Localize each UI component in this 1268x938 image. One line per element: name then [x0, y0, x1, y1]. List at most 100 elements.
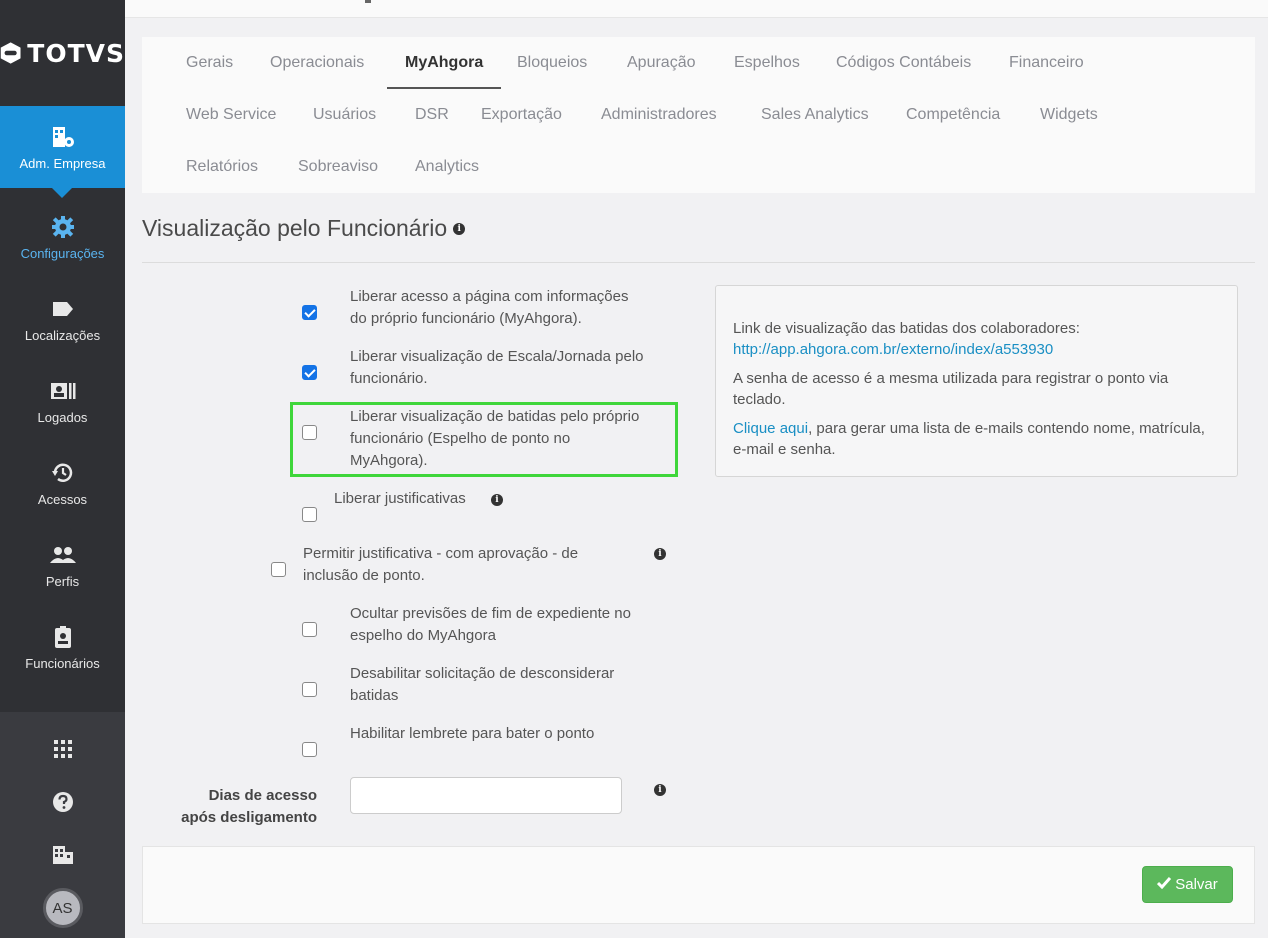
label-line: Desabilitar solicitação de desconsiderar: [350, 665, 615, 682]
dias-acesso-label: Dias de acesso após desligamento: [181, 785, 317, 829]
label-line: espelho do MyAhgora: [350, 627, 496, 644]
user-avatar[interactable]: AS: [0, 888, 125, 928]
tab-myahgora[interactable]: MyAhgora: [386, 37, 502, 89]
history-icon: [51, 460, 75, 486]
option-label-permitir-justificativa: Permitir justificativa - com aprovação -…: [303, 543, 578, 587]
avatar: AS: [42, 888, 83, 928]
tab-usuarios[interactable]: Usuários: [313, 89, 376, 141]
nav-funcionarios[interactable]: Funcionários: [0, 606, 125, 688]
tab-analytics[interactable]: Analytics: [415, 141, 479, 193]
checkbox-ocultar-previsoes[interactable]: [302, 622, 317, 637]
nav-localizacoes[interactable]: Localizações: [0, 278, 125, 360]
dias-acesso-input[interactable]: [350, 777, 622, 814]
label-line: Liberar visualização de Escala/Jornada p…: [350, 348, 644, 365]
gear-icon: [51, 214, 75, 240]
label-line: Permitir justificativa - com aprovação -…: [303, 545, 579, 562]
info-line-1: Link de visualização das batidas dos col…: [733, 318, 1220, 360]
check-icon: [1157, 876, 1172, 893]
nav-acessos[interactable]: Acessos: [0, 442, 125, 524]
save-button[interactable]: Salvar: [1142, 866, 1233, 903]
nav-configuracoes[interactable]: Configurações: [0, 196, 125, 278]
section-divider: [142, 262, 1255, 263]
nav-label: Configurações: [20, 245, 105, 261]
option-label-habilitar-lembrete: Habilitar lembrete para bater o ponto: [350, 723, 594, 745]
tab-gerais[interactable]: Gerais: [186, 37, 233, 89]
label-line: do próprio funcionário (MyAhgora).: [350, 310, 582, 327]
checkbox-habilitar-lembrete[interactable]: [302, 742, 317, 757]
section-title-text: Visualização pelo Funcionário: [142, 215, 448, 241]
info-icon[interactable]: i: [654, 784, 666, 796]
tab-relatorios[interactable]: Relatórios: [186, 141, 258, 193]
nav-logados[interactable]: Logados: [0, 360, 125, 442]
section-title: Visualização pelo Funcionário i: [142, 215, 466, 242]
save-label: Salvar: [1175, 876, 1218, 893]
label-line: Dias de acesso: [208, 787, 317, 804]
building-icon[interactable]: [0, 844, 125, 864]
label-line: Liberar justificativas: [334, 490, 466, 507]
label-line: MyAhgora).: [350, 452, 428, 469]
checkbox-liberar-justificativas[interactable]: [302, 507, 317, 522]
question-icon[interactable]: [0, 791, 125, 813]
tab-operacionais[interactable]: Operacionais: [270, 37, 364, 89]
nav-label: Adm. Empresa: [19, 155, 106, 171]
info-icon[interactable]: i: [491, 494, 503, 506]
info-text: Link de visualização das batidas dos col…: [733, 320, 1080, 337]
footer-panel: [142, 846, 1255, 924]
option-label-desabilitar-solicitacao: Desabilitar solicitação de desconsiderar…: [350, 663, 614, 707]
checkbox-liberar-acesso[interactable]: [302, 305, 317, 320]
building-gear-icon: [50, 124, 76, 150]
tab-sales-analytics[interactable]: Sales Analytics: [761, 89, 869, 141]
users-icon: [49, 542, 77, 568]
option-label-ocultar-previsoes: Ocultar previsões de fim de expediente n…: [350, 603, 631, 647]
checkbox-liberar-batidas[interactable]: [302, 425, 317, 440]
sidebar-bottom: AS: [0, 712, 125, 938]
nav-label: Funcionários: [25, 655, 100, 671]
info-line-2: A senha de acesso é a mesma utilizada pa…: [733, 370, 1169, 408]
tab-exportacao[interactable]: Exportação: [481, 89, 562, 141]
nav-label: Localizações: [24, 327, 101, 343]
checkbox-desabilitar-solicitacao[interactable]: [302, 682, 317, 697]
tab-financeiro[interactable]: Financeiro: [1009, 37, 1084, 89]
checkbox-liberar-escala[interactable]: [302, 365, 317, 380]
avatar-initials: AS: [52, 899, 73, 917]
tab-widgets[interactable]: Widgets: [1040, 89, 1098, 141]
nav-label: Acessos: [37, 491, 88, 507]
sidebar: TOTVS Adm. Empresa Configurações Localiz…: [0, 0, 125, 938]
settings-tabs: Gerais Operacionais MyAhgora Bloqueios A…: [142, 37, 1255, 193]
totvs-logo[interactable]: TOTVS: [0, 0, 125, 106]
label-line: batidas: [350, 687, 399, 704]
info-line-3: Clique aqui, para gerar uma lista de e-m…: [733, 418, 1220, 460]
tab-bloqueios[interactable]: Bloqueios: [517, 37, 587, 89]
label-line: funcionário.: [350, 370, 428, 387]
label-line: inclusão de ponto.: [303, 567, 425, 584]
clique-aqui-link[interactable]: Clique aqui: [733, 420, 808, 437]
external-link[interactable]: http://app.ahgora.com.br/externo/index/a…: [733, 341, 1053, 358]
tab-codigos-contabeis[interactable]: Códigos Contábeis: [836, 37, 971, 89]
id-card-icon: [50, 378, 76, 404]
label-line: Liberar visualização de batidas pelo pró…: [350, 408, 640, 425]
tab-web-service[interactable]: Web Service: [186, 89, 276, 141]
tab-apuracao[interactable]: Apuração: [627, 37, 696, 89]
totvs-logo-icon: [0, 42, 21, 64]
label-line: Habilitar lembrete para bater o ponto: [350, 725, 595, 742]
label-line: funcionário (Espelho de ponto no: [350, 430, 571, 447]
option-label-liberar-acesso: Liberar acesso a página com informações …: [350, 286, 628, 330]
tab-dsr[interactable]: DSR: [415, 89, 449, 141]
nav-adm-empresa[interactable]: Adm. Empresa: [0, 106, 125, 198]
checkbox-permitir-justificativa[interactable]: [271, 562, 286, 577]
tab-administradores[interactable]: Administradores: [601, 89, 717, 141]
info-icon[interactable]: i: [453, 222, 466, 235]
info-panel: Link de visualização das batidas dos col…: [715, 285, 1238, 477]
tag-icon: [51, 296, 75, 322]
option-label-liberar-justificativas: Liberar justificativas: [334, 488, 466, 510]
nav-label: Perfis: [45, 573, 80, 589]
tab-competencia[interactable]: Competência: [906, 89, 1000, 141]
badge-icon: [53, 624, 73, 650]
logo-text: TOTVS: [27, 38, 125, 68]
info-icon[interactable]: i: [654, 548, 666, 560]
top-strip: [125, 0, 1268, 18]
nav-perfis[interactable]: Perfis: [0, 524, 125, 606]
grid-icon[interactable]: [0, 740, 125, 758]
tab-sobreaviso[interactable]: Sobreaviso: [298, 141, 378, 193]
tab-espelhos[interactable]: Espelhos: [734, 37, 800, 89]
